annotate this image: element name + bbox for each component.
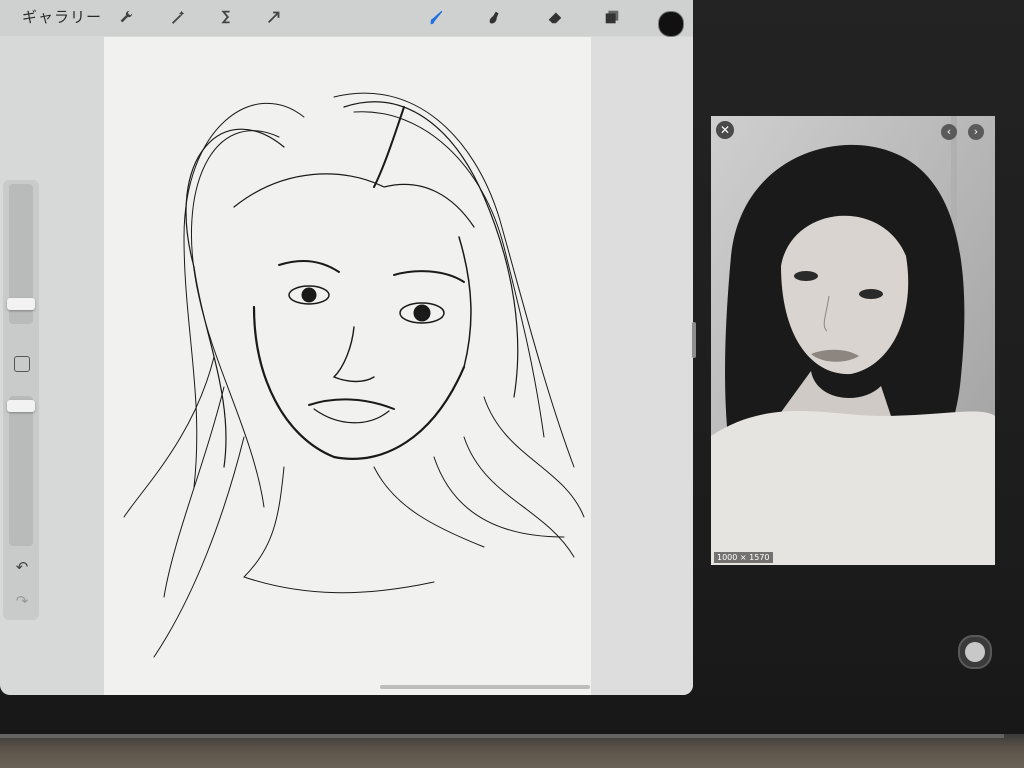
drawing-canvas[interactable] (104, 37, 591, 695)
close-icon[interactable]: ✕ (716, 121, 734, 139)
color-picker-button[interactable] (658, 11, 684, 37)
left-sidebar: ↶ ↷ (3, 180, 39, 620)
arrow-cursor-icon[interactable] (261, 4, 287, 30)
brush-icon[interactable] (424, 4, 450, 30)
reference-photo (711, 116, 995, 565)
procreate-app: ギャラリー ↶ ↷ (0, 0, 693, 695)
gallery-button[interactable]: ギャラリー (22, 6, 102, 27)
reference-image-panel[interactable] (711, 116, 995, 565)
undo-icon[interactable]: ↶ (12, 558, 32, 576)
eraser-icon[interactable] (542, 4, 568, 30)
magic-wand-icon[interactable] (165, 4, 191, 30)
sketch-artwork (123, 92, 585, 658)
opacity-thumb[interactable] (7, 400, 35, 412)
desk-surface (0, 734, 1024, 768)
layers-icon[interactable] (599, 4, 625, 30)
wrench-icon[interactable] (113, 4, 139, 30)
opacity-slider[interactable] (9, 396, 33, 546)
chevron-right-icon[interactable]: › (968, 124, 984, 140)
selection-s-icon[interactable] (213, 4, 239, 30)
image-dimensions-label: 1000 × 1570 (714, 552, 773, 563)
top-toolbar: ギャラリー (0, 0, 693, 37)
assistive-touch-button[interactable] (958, 635, 992, 669)
split-view-handle[interactable] (692, 322, 696, 358)
chevron-left-icon[interactable]: ‹ (941, 124, 957, 140)
brush-size-thumb[interactable] (7, 298, 35, 310)
modifier-button[interactable] (14, 356, 30, 372)
smudge-icon[interactable] (481, 4, 507, 30)
app-home-indicator (380, 685, 590, 689)
redo-icon[interactable]: ↷ (12, 592, 32, 610)
canvas-margin (591, 37, 693, 695)
